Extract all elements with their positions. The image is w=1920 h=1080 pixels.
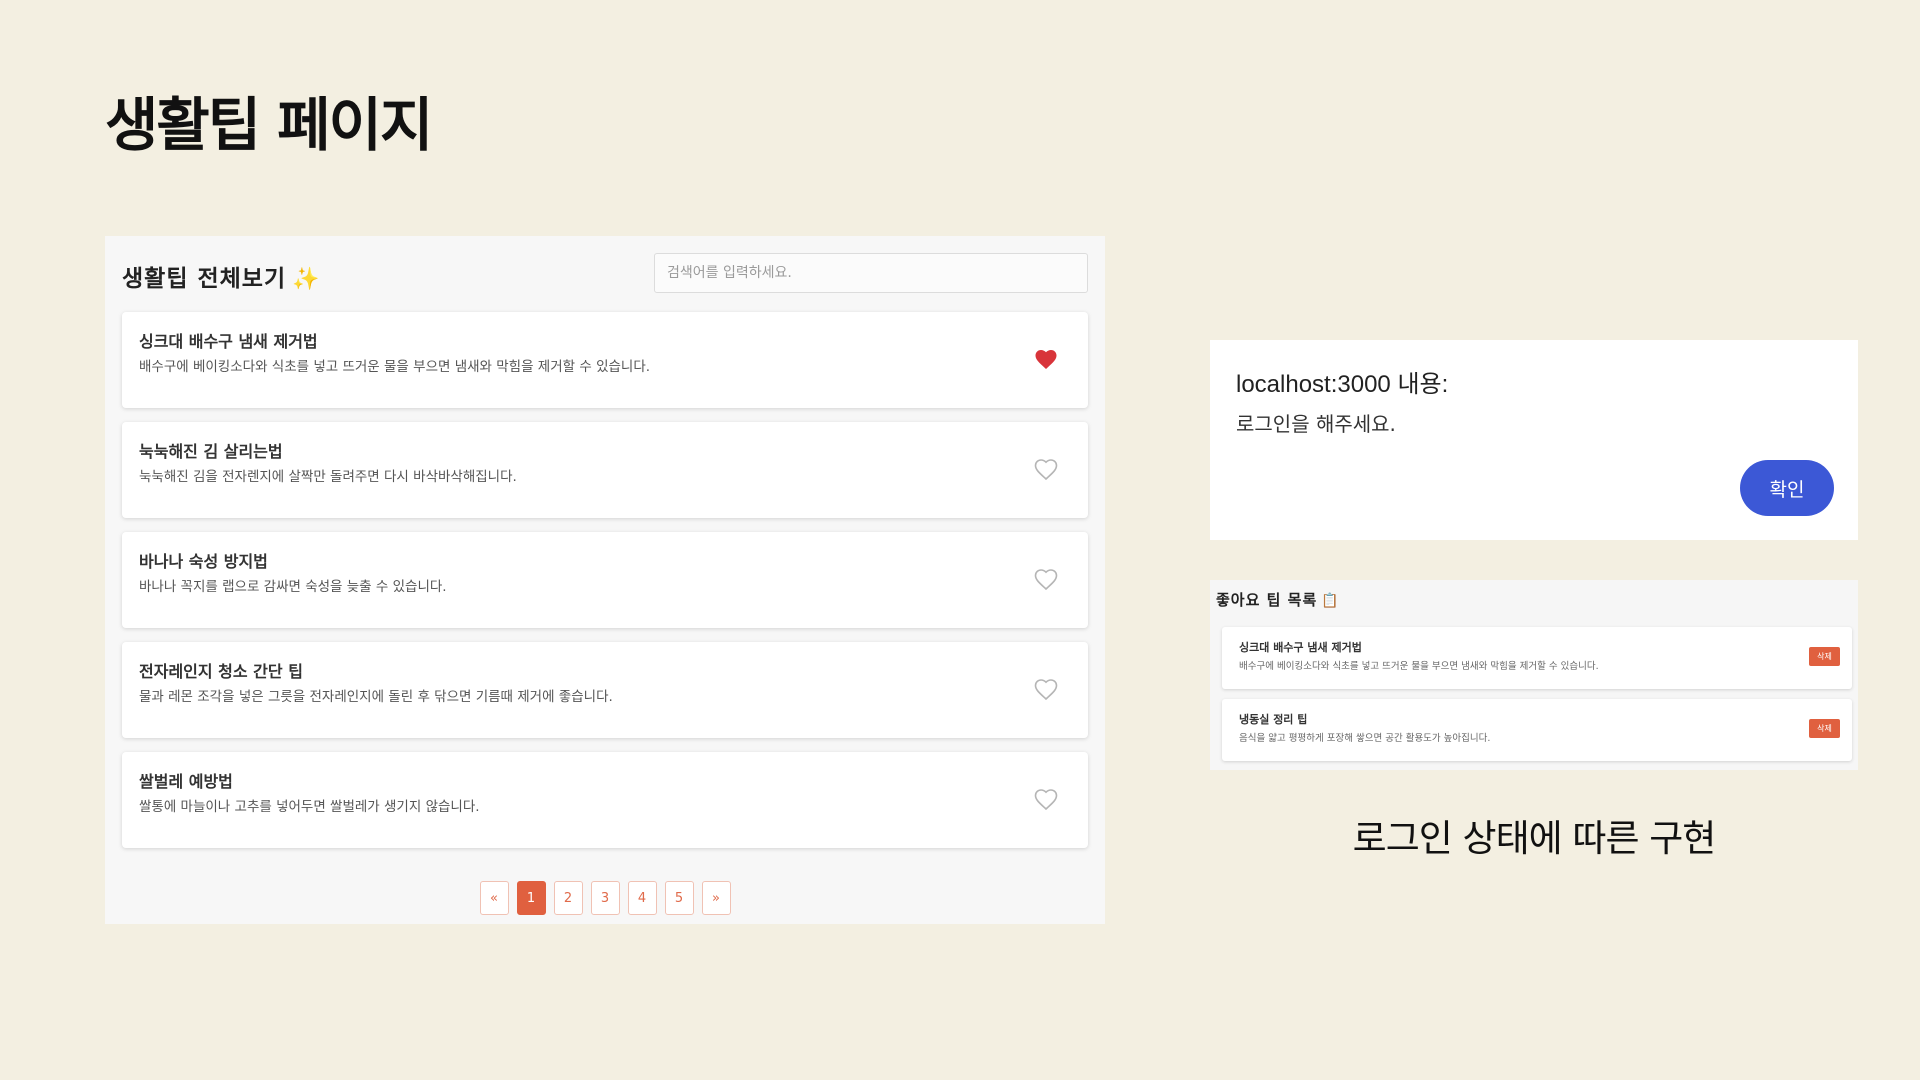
- heart-outline-icon[interactable]: [1034, 568, 1058, 590]
- liked-tip-title: 냉동실 정리 팁: [1239, 713, 1308, 726]
- tip-card[interactable]: 쌀벌레 예방법 쌀통에 마늘이나 고추를 넣어두면 쌀벌레가 생기지 않습니다.: [122, 752, 1088, 848]
- liked-tips-panel: 좋아요 팁 목록 📋 싱크대 배수구 냄새 제거법 배수구에 베이킹소다와 식초를…: [1210, 580, 1858, 770]
- tip-description: 배수구에 베이킹소다와 식초를 넣고 뜨거운 물을 부으면 냄새와 막힘을 제거…: [139, 359, 651, 375]
- heart-outline-icon[interactable]: [1034, 458, 1058, 480]
- pagination-page-1[interactable]: 1: [516, 881, 546, 915]
- tip-card[interactable]: 바나나 숙성 방지법 바나나 꼭지를 랩으로 감싸면 숙성을 늦출 수 있습니다…: [122, 532, 1088, 628]
- tips-panel: 생활팁 전체보기✨ 싱크대 배수구 냄새 제거법 배수구에 베이킹소다와 식초를…: [105, 236, 1105, 924]
- tip-description: 물과 레몬 조각을 넣은 그릇을 전자레인지에 돌린 후 닦으면 기름때 제거에…: [139, 689, 613, 705]
- liked-tip-card[interactable]: 싱크대 배수구 냄새 제거법 배수구에 베이킹소다와 식초를 넣고 뜨거운 물을…: [1222, 627, 1852, 689]
- liked-tips-title: 좋아요 팁 목록 📋: [1216, 589, 1340, 610]
- liked-tip-description: 배수구에 베이킹소다와 식초를 넣고 뜨거운 물을 부으면 냄새와 막힘을 제거…: [1239, 661, 1599, 672]
- liked-tip-card[interactable]: 냉동실 정리 팁 음식을 얇고 평평하게 포장해 쌓으면 공간 활용도가 높아집…: [1222, 699, 1852, 761]
- tip-list: 싱크대 배수구 냄새 제거법 배수구에 베이킹소다와 식초를 넣고 뜨거운 물을…: [122, 312, 1088, 862]
- clipboard-icon: 📋: [1321, 593, 1340, 609]
- pagination-page-4[interactable]: 4: [627, 881, 657, 915]
- liked-tip-title: 싱크대 배수구 냄새 제거법: [1239, 641, 1362, 654]
- tip-description: 바나나 꼭지를 랩으로 감싸면 숙성을 늦출 수 있습니다.: [139, 579, 447, 595]
- confirm-button[interactable]: 확인: [1740, 460, 1834, 516]
- delete-button[interactable]: 삭제: [1809, 719, 1840, 738]
- liked-tips-list: 싱크대 배수구 냄새 제거법 배수구에 베이킹소다와 식초를 넣고 뜨거운 물을…: [1222, 627, 1852, 771]
- pagination-next-button[interactable]: »: [701, 881, 731, 915]
- tip-card[interactable]: 눅눅해진 김 살리는법 눅눅해진 김을 전자렌지에 살짝만 돌려주면 다시 바삭…: [122, 422, 1088, 518]
- tip-title: 전자레인지 청소 간단 팁: [139, 662, 303, 681]
- pagination-page-2[interactable]: 2: [553, 881, 583, 915]
- delete-button[interactable]: 삭제: [1809, 647, 1840, 666]
- pagination-prev-button[interactable]: «: [479, 881, 509, 915]
- heart-outline-icon[interactable]: [1034, 678, 1058, 700]
- pagination-page-3[interactable]: 3: [590, 881, 620, 915]
- login-alert-dialog: localhost:3000 내용: 로그인을 해주세요. 확인: [1210, 340, 1858, 540]
- heart-outline-icon[interactable]: [1034, 788, 1058, 810]
- pagination-page-5[interactable]: 5: [664, 881, 694, 915]
- pagination: « 1 2 3 4 5 »: [105, 881, 1105, 915]
- slide-caption: 로그인 상태에 따른 구현: [1352, 817, 1717, 860]
- tip-description: 눅눅해진 김을 전자렌지에 살짝만 돌려주면 다시 바삭바삭해집니다.: [139, 469, 517, 485]
- tips-panel-header: 생활팁 전체보기 ✨: [122, 253, 1088, 297]
- liked-tip-description: 음식을 얇고 평평하게 포장해 쌓으면 공간 활용도가 높아집니다.: [1239, 733, 1491, 744]
- tip-title: 싱크대 배수구 냄새 제거법: [139, 332, 318, 351]
- tip-description: 쌀통에 마늘이나 고추를 넣어두면 쌀벌레가 생기지 않습니다.: [139, 799, 480, 815]
- heart-filled-icon[interactable]: [1034, 348, 1058, 370]
- tip-card[interactable]: 싱크대 배수구 냄새 제거법 배수구에 베이킹소다와 식초를 넣고 뜨거운 물을…: [122, 312, 1088, 408]
- dialog-message: 로그인을 해주세요.: [1236, 412, 1396, 436]
- tips-panel-title: 생활팁 전체보기 ✨: [122, 259, 321, 293]
- tip-title: 눅눅해진 김 살리는법: [139, 442, 283, 461]
- search-input[interactable]: [654, 253, 1088, 293]
- slide-title: 생활팁 페이지: [105, 91, 433, 159]
- tips-panel-title-text: 생활팁 전체보기: [122, 266, 287, 292]
- dialog-origin: localhost:3000 내용:: [1236, 371, 1449, 398]
- sparkles-icon: ✨: [292, 267, 321, 292]
- tip-card[interactable]: 전자레인지 청소 간단 팁 물과 레몬 조각을 넣은 그릇을 전자레인지에 돌린…: [122, 642, 1088, 738]
- tip-title: 쌀벌레 예방법: [139, 772, 233, 791]
- liked-tips-title-text: 좋아요 팁 목록: [1216, 591, 1318, 609]
- tip-title: 바나나 숙성 방지법: [139, 552, 268, 571]
